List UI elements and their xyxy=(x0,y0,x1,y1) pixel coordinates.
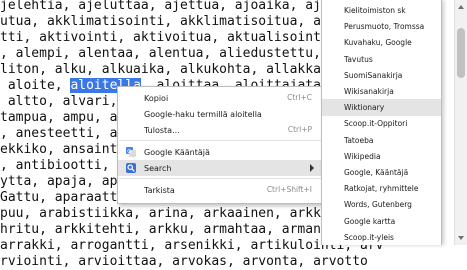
submenu-item[interactable]: Wikisanakirja xyxy=(322,83,441,100)
menu-item-shortcut: Ctrl+C xyxy=(287,93,312,102)
text-segment: rviointi, arvioittaa, arvokas, arvonta, … xyxy=(0,254,368,269)
submenu-item[interactable]: Kuvahaku, Google xyxy=(322,34,441,51)
menu-item-shortcut: Ctrl+Shift+I xyxy=(266,185,312,194)
scroll-up-arrow-icon[interactable] xyxy=(458,5,464,9)
google-translate-icon: G xyxy=(126,147,136,157)
text-segment: utua, akklimatisointi, akklimatisoitua, … xyxy=(0,14,361,29)
submenu-item-label: Perusmuoto, Tromssa xyxy=(344,22,425,32)
text-segment: hritu, arkkitehti, arkku, armahtaa, arma… xyxy=(0,222,361,237)
submenu-item-label: Wikisanakirja xyxy=(344,87,394,96)
submenu-item-label: Google kartta xyxy=(344,216,396,226)
menu-item-print[interactable]: Tulosta... Ctrl+P xyxy=(118,122,322,138)
submenu-item[interactable]: SuomiSanakirja xyxy=(322,67,441,84)
menu-separator xyxy=(119,178,321,179)
menu-item-label: Kopioi xyxy=(144,93,169,103)
submenu-item[interactable]: Scoop.it-Oppitori xyxy=(322,115,441,132)
submenu-item-label: Kuvahaku, Google xyxy=(344,38,412,48)
menu-item-copy[interactable]: Kopioi Ctrl+C xyxy=(118,90,322,106)
text-segment: , alempi, alentaa, alentua, aliedustettu… xyxy=(0,46,368,61)
menu-item-shortcut: Ctrl+P xyxy=(287,125,312,134)
submenu-item[interactable]: Wikipedia xyxy=(322,148,441,165)
submenu-item-label: Wikipedia xyxy=(344,151,381,161)
menu-item-google-translate[interactable]: G Google Kääntäjä xyxy=(118,144,322,160)
text-segment: jelehtia, ajeluttaa, ajettua, ajoaika, a… xyxy=(0,0,353,13)
text-segment: liton, alku, alkuaika, alkukohta, allakk… xyxy=(0,62,368,77)
text-segment: puu, arabistiikka, arina, arkaainen, ark… xyxy=(0,206,376,221)
scroll-down-arrow-icon[interactable] xyxy=(458,236,464,240)
text-segment: aloite, xyxy=(0,78,71,93)
submenu-item-label: Scoop.it-Oppitori xyxy=(344,119,408,129)
scrollbar-thumb[interactable] xyxy=(457,28,465,78)
submenu-item-label: Google, Kääntäjä xyxy=(344,168,409,177)
submenu-item[interactable]: Google, Kääntäjä xyxy=(322,164,441,181)
menu-item-label: Search xyxy=(144,163,172,173)
submenu-item-label: Words, Gutenberg xyxy=(344,200,412,210)
submenu-item-label: Wiktionary xyxy=(344,103,385,113)
context-menu: Kopioi Ctrl+C Google-haku termillä aloit… xyxy=(117,86,323,204)
submenu-item[interactable]: Kielitoimiston sk xyxy=(322,2,441,19)
submenu-item[interactable]: Tavutus xyxy=(322,51,441,68)
menu-separator xyxy=(119,140,321,141)
menu-item-label: Google Kääntäjä xyxy=(144,147,210,157)
vertical-scrollbar[interactable] xyxy=(454,0,467,245)
menu-item-label: Google-haku termillä aloitella xyxy=(144,109,262,119)
submenu-item-label: SuomiSanakirja xyxy=(344,70,403,80)
svg-text:G: G xyxy=(127,149,131,155)
submenu-item-label: Scoop.it-yleis xyxy=(344,232,394,242)
text-segment: tti, aktivointi, aktivoitua, aktualisoin… xyxy=(0,30,368,45)
menu-item-label: Tarkista xyxy=(144,185,175,195)
submenu-item[interactable]: Perusmuoto, Tromssa xyxy=(322,18,441,35)
submenu-item-label: Tavutus xyxy=(344,54,373,64)
submenu-item[interactable]: Words, Gutenberg xyxy=(322,196,441,213)
submenu-item-label: Tatoeba xyxy=(344,135,374,145)
menu-item-search[interactable]: Search xyxy=(118,160,322,176)
submenu-item[interactable]: Ratkojat, ryhmittele xyxy=(322,180,441,197)
submenu-item[interactable]: Scoop.it-yleis xyxy=(322,229,441,245)
menu-item-google-search[interactable]: Google-haku termillä aloitella xyxy=(118,106,322,122)
submenu-item[interactable]: Wiktionary xyxy=(322,99,441,117)
search-extension-icon xyxy=(126,163,136,173)
submenu-item[interactable]: Google kartta xyxy=(322,213,441,230)
submenu-item[interactable]: Tatoeba xyxy=(322,132,441,149)
menu-item-inspect[interactable]: Tarkista Ctrl+Shift+I xyxy=(118,182,322,198)
menu-item-label: Tulosta... xyxy=(144,125,180,135)
submenu-item-label: Kielitoimiston sk xyxy=(344,6,406,15)
chevron-right-icon xyxy=(310,164,314,172)
page-text-line: rviointi, arvioittaa, arvokas, arvonta, … xyxy=(0,254,467,270)
search-submenu: Kielitoimiston sk Perusmuoto, Tromssa Kuva… xyxy=(321,0,442,245)
submenu-item-label: Ratkojat, ryhmittele xyxy=(344,184,419,194)
